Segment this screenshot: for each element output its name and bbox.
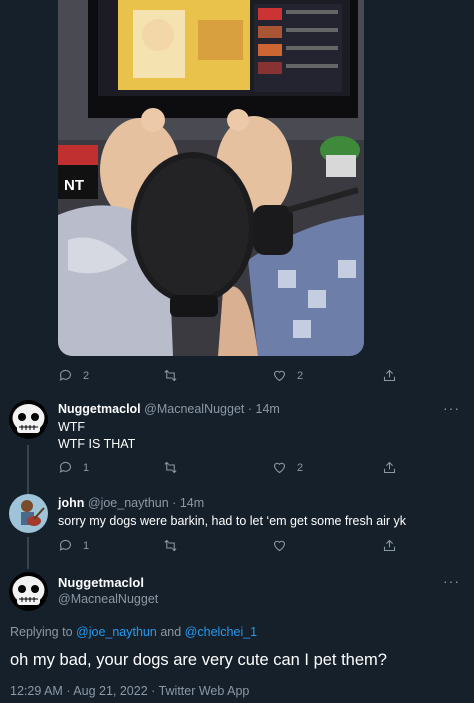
tweet-date[interactable]: Aug 21, 2022 xyxy=(73,684,147,698)
reply-count: 1 xyxy=(83,461,90,474)
skull-avatar-icon xyxy=(9,572,48,611)
retweet-button[interactable] xyxy=(163,538,188,553)
like-button[interactable]: 2 xyxy=(272,368,303,383)
share-button[interactable] xyxy=(382,460,397,475)
replying-to: Replying to @joe_naythun and @chelchei_1 xyxy=(10,625,257,639)
tweet-line: WTF IS THAT xyxy=(58,437,136,451)
reply-button[interactable]: 1 xyxy=(58,460,89,475)
display-name[interactable]: john xyxy=(58,496,84,510)
share-button[interactable] xyxy=(382,538,397,553)
user-handle[interactable]: @MacnealNugget xyxy=(144,402,244,416)
reply-icon xyxy=(59,369,72,381)
timestamp[interactable]: 14m xyxy=(256,402,280,416)
tweet-actions: 2 2 xyxy=(58,368,398,388)
guitar-avatar-icon xyxy=(9,494,48,533)
reply-count: 1 xyxy=(83,539,90,552)
and-word: and xyxy=(160,625,182,639)
mention-link[interactable]: @chelchei_1 xyxy=(185,625,257,639)
tweet-actions: 1 xyxy=(58,538,398,558)
heart-icon xyxy=(273,462,286,474)
retweet-icon xyxy=(164,539,177,552)
share-icon xyxy=(383,461,396,474)
tweet-header: john @joe_naythun · 14m xyxy=(58,496,204,510)
share-button[interactable] xyxy=(382,368,397,383)
avatar[interactable] xyxy=(9,400,48,439)
reply-button[interactable]: 1 xyxy=(58,538,89,553)
tweet-time[interactable]: 12:29 AM xyxy=(10,684,63,698)
reply-icon xyxy=(59,461,72,473)
tweet-photo[interactable]: NT xyxy=(58,0,364,356)
avatar[interactable] xyxy=(9,494,48,533)
replying-prefix: Replying to xyxy=(10,625,73,639)
more-options-icon[interactable]: ··· xyxy=(443,400,460,416)
tweet-text: sorry my dogs were barkin, had to let ‘e… xyxy=(58,513,406,530)
tweet-header: Nuggetmaclol @MacnealNugget · 14m xyxy=(58,402,280,416)
tweet-metadata: 12:29 AM · Aug 21, 2022 · Twitter Web Ap… xyxy=(10,684,249,698)
like-button[interactable] xyxy=(272,538,297,553)
separator: · xyxy=(151,684,156,698)
avatar[interactable] xyxy=(9,572,48,611)
tweet-line: sorry my dogs were barkin, had to let ‘e… xyxy=(58,514,407,528)
retweet-button[interactable] xyxy=(163,368,188,383)
retweet-button[interactable] xyxy=(163,460,188,475)
heart-icon xyxy=(273,370,286,382)
share-icon xyxy=(383,539,396,552)
photo-illustration: NT xyxy=(58,0,364,356)
user-handle[interactable]: @MacnealNugget xyxy=(58,592,158,606)
display-name[interactable]: Nuggetmaclol xyxy=(58,402,141,416)
like-button[interactable]: 2 xyxy=(272,460,303,475)
like-count: 2 xyxy=(297,461,304,474)
separator: · xyxy=(247,402,253,416)
photo-sign-text: NT xyxy=(64,177,84,194)
tweet-source[interactable]: Twitter Web App xyxy=(159,684,250,698)
heart-icon xyxy=(273,540,286,552)
reply-count: 2 xyxy=(83,369,90,382)
separator: · xyxy=(172,496,177,510)
focused-tweet-text: oh my bad, your dogs are very cute can I… xyxy=(10,651,387,669)
like-count: 2 xyxy=(297,369,304,382)
user-handle[interactable]: @joe_naythun xyxy=(88,496,169,510)
more-options-icon[interactable]: ··· xyxy=(443,573,460,589)
tweet-actions: 1 2 xyxy=(58,460,398,480)
share-icon xyxy=(383,369,396,382)
separator: · xyxy=(66,684,71,698)
mention-link[interactable]: @joe_naythun xyxy=(76,625,157,639)
retweet-icon xyxy=(164,369,177,382)
reply-button[interactable]: 2 xyxy=(58,368,89,383)
display-name[interactable]: Nuggetmaclol xyxy=(58,575,144,590)
reply-icon xyxy=(59,539,72,551)
timestamp[interactable]: 14m xyxy=(180,496,204,510)
skull-avatar-icon xyxy=(9,400,48,439)
tweet-line: WTF xyxy=(58,420,86,434)
tweet-text: WTF WTF IS THAT xyxy=(58,419,135,453)
retweet-icon xyxy=(164,461,177,474)
